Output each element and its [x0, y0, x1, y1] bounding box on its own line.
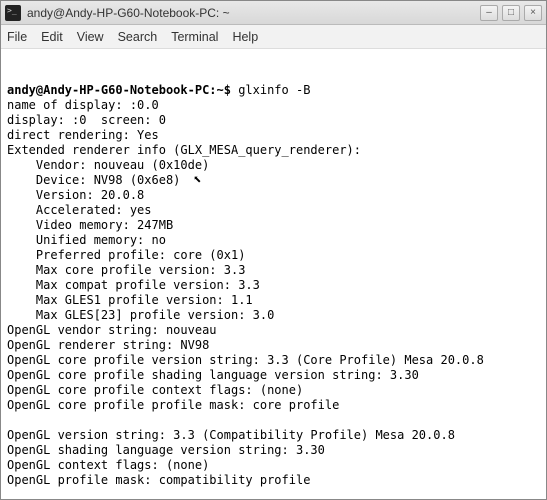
- terminal-line: OpenGL core profile context flags: (none…: [7, 383, 540, 398]
- terminal-window: andy@Andy-HP-G60-Notebook-PC: ~ – □ × Fi…: [0, 0, 547, 500]
- window-controls: – □ ×: [480, 5, 542, 21]
- menubar: File Edit View Search Terminal Help: [1, 25, 546, 49]
- terminal-line: Version: 20.0.8: [7, 188, 540, 203]
- terminal-line: Extended renderer info (GLX_MESA_query_r…: [7, 143, 540, 158]
- terminal-line: [7, 413, 540, 428]
- terminal-line: OpenGL renderer string: NV98: [7, 338, 540, 353]
- terminal-output[interactable]: andy@Andy-HP-G60-Notebook-PC:~$ glxinfo …: [1, 49, 546, 499]
- terminal-line: Max GLES[23] profile version: 3.0: [7, 308, 540, 323]
- close-button[interactable]: ×: [524, 5, 542, 21]
- shell-command: glxinfo -B: [238, 83, 310, 97]
- minimize-button[interactable]: –: [480, 5, 498, 21]
- menu-file[interactable]: File: [7, 30, 27, 44]
- terminal-line: Preferred profile: core (0x1): [7, 248, 540, 263]
- terminal-line: display: :0 screen: 0: [7, 113, 540, 128]
- menu-search[interactable]: Search: [118, 30, 158, 44]
- terminal-line: Accelerated: yes: [7, 203, 540, 218]
- terminal-line: name of display: :0.0: [7, 98, 540, 113]
- menu-help[interactable]: Help: [232, 30, 258, 44]
- terminal-app-icon: [5, 5, 21, 21]
- terminal-line: andy@Andy-HP-G60-Notebook-PC:~$ glxinfo …: [7, 83, 540, 98]
- terminal-line: direct rendering: Yes: [7, 128, 540, 143]
- menu-terminal[interactable]: Terminal: [171, 30, 218, 44]
- terminal-line: Max GLES1 profile version: 1.1: [7, 293, 540, 308]
- shell-prompt: andy@Andy-HP-G60-Notebook-PC:~$: [7, 83, 238, 97]
- terminal-line: Vendor: nouveau (0x10de): [7, 158, 540, 173]
- menu-edit[interactable]: Edit: [41, 30, 63, 44]
- maximize-button[interactable]: □: [502, 5, 520, 21]
- terminal-line: OpenGL core profile version string: 3.3 …: [7, 353, 540, 368]
- terminal-line: [7, 488, 540, 499]
- terminal-line: OpenGL core profile shading language ver…: [7, 368, 540, 383]
- terminal-line: Max compat profile version: 3.3: [7, 278, 540, 293]
- menu-view[interactable]: View: [77, 30, 104, 44]
- terminal-line: Video memory: 247MB: [7, 218, 540, 233]
- terminal-line: Max core profile version: 3.3: [7, 263, 540, 278]
- terminal-line: OpenGL version string: 3.3 (Compatibilit…: [7, 428, 540, 443]
- terminal-line: Unified memory: no: [7, 233, 540, 248]
- terminal-line: OpenGL profile mask: compatibility profi…: [7, 473, 540, 488]
- terminal-line: OpenGL core profile profile mask: core p…: [7, 398, 540, 413]
- titlebar: andy@Andy-HP-G60-Notebook-PC: ~ – □ ×: [1, 1, 546, 25]
- window-title: andy@Andy-HP-G60-Notebook-PC: ~: [27, 6, 480, 20]
- terminal-line: OpenGL shading language version string: …: [7, 443, 540, 458]
- terminal-line: OpenGL context flags: (none): [7, 458, 540, 473]
- terminal-line: Device: NV98 (0x6e8): [7, 173, 540, 188]
- terminal-line: OpenGL vendor string: nouveau: [7, 323, 540, 338]
